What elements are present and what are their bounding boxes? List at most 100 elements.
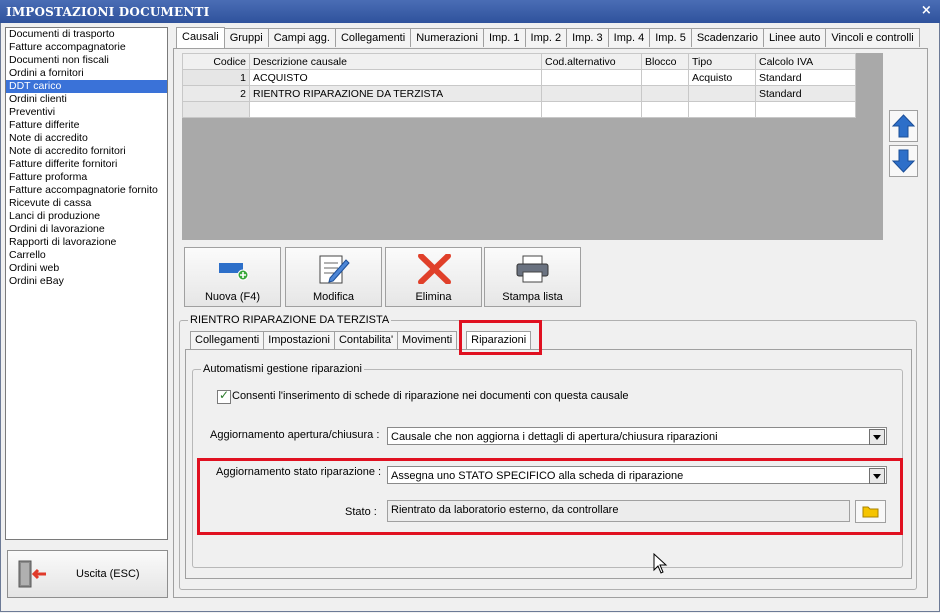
list-item[interactable]: Fatture proforma <box>6 171 167 184</box>
col-blocco[interactable]: Blocco <box>641 53 689 70</box>
delete-button-label: Elimina <box>415 291 452 303</box>
tab-contabilita[interactable]: Contabilita' <box>333 331 399 349</box>
causali-grid[interactable]: Codice Descrizione causale Cod.alternati… <box>182 53 883 240</box>
tab-causali[interactable]: Causali <box>176 27 225 48</box>
table-row[interactable]: 1 ACQUISTO Acquisto Standard <box>182 69 856 86</box>
riparazioni-group-title: Automatismi gestione riparazioni <box>201 363 364 375</box>
cell-calcolo-iva[interactable]: Standard <box>755 85 856 102</box>
add-document-icon <box>219 263 249 281</box>
new-button-label: Nuova (F4) <box>204 291 261 303</box>
cell-blocco[interactable] <box>641 101 689 118</box>
exit-label: Uscita (ESC) <box>76 568 140 580</box>
tab-movimenti[interactable]: Movimenti <box>397 331 458 349</box>
col-descrizione[interactable]: Descrizione causale <box>249 53 542 70</box>
list-item[interactable]: Ordini a fornitori <box>6 67 167 80</box>
cell-descrizione[interactable] <box>249 101 542 118</box>
tab-impostazioni[interactable]: Impostazioni <box>263 331 335 349</box>
tab-gruppi[interactable]: Gruppi <box>223 28 269 47</box>
tab-imp-1[interactable]: Imp. 1 <box>482 28 526 47</box>
window-title-bar: IMPOSTAZIONI DOCUMENTI × <box>0 0 940 23</box>
cell-cod-alternativo[interactable] <box>541 85 642 102</box>
col-calcolo-iva[interactable]: Calcolo IVA <box>755 53 856 70</box>
edit-button-label: Modifica <box>313 291 354 303</box>
cell-codice[interactable] <box>182 101 250 118</box>
edit-button[interactable]: Modifica <box>285 247 382 307</box>
col-codice[interactable]: Codice <box>182 53 250 70</box>
apertura-select-value: Causale che non aggiorna i dettagli di a… <box>391 431 718 443</box>
cell-descrizione[interactable]: ACQUISTO <box>249 69 542 86</box>
mouse-cursor-icon <box>653 553 668 574</box>
print-list-label: Stampa lista <box>502 291 563 303</box>
list-item[interactable]: Note di accredito <box>6 132 167 145</box>
highlight-box <box>197 458 903 535</box>
list-item[interactable]: Carrello <box>6 249 167 262</box>
list-item[interactable]: Lanci di produzione <box>6 210 167 223</box>
move-down-button[interactable] <box>889 145 918 177</box>
tab-linee-auto[interactable]: Linee auto <box>762 28 827 47</box>
col-cod-alternativo[interactable]: Cod.alternativo <box>541 53 642 70</box>
exit-button[interactable]: Uscita (ESC) <box>7 550 168 598</box>
cell-tipo[interactable] <box>688 85 756 102</box>
cell-tipo[interactable] <box>688 101 756 118</box>
move-up-button[interactable] <box>889 110 918 142</box>
window-title: IMPOSTAZIONI DOCUMENTI <box>6 5 210 19</box>
allow-repair-label: Consenti l'inserimento di schede di ripa… <box>232 390 629 402</box>
list-item[interactable]: Ordini di lavorazione <box>6 223 167 236</box>
edit-document-icon <box>319 255 350 284</box>
cell-cod-alternativo[interactable] <box>541 69 642 86</box>
reorder-buttons <box>889 110 918 180</box>
list-item[interactable]: Ordini eBay <box>6 275 167 288</box>
arrow-down-icon <box>891 149 916 173</box>
tab-imp-3[interactable]: Imp. 3 <box>566 28 609 47</box>
list-item[interactable]: Fatture differite fornitori <box>6 158 167 171</box>
list-item[interactable]: Ricevute di cassa <box>6 197 167 210</box>
cell-blocco[interactable] <box>641 69 689 86</box>
list-item[interactable]: Ordini clienti <box>6 93 167 106</box>
tab-scadenzario[interactable]: Scadenzario <box>690 28 764 47</box>
apertura-label: Aggiornamento apertura/chiusura : <box>210 429 380 441</box>
list-item[interactable]: Documenti non fiscali <box>6 54 167 67</box>
cell-cod-alternativo[interactable] <box>541 101 642 118</box>
tab-imp-2[interactable]: Imp. 2 <box>524 28 568 47</box>
close-icon[interactable]: × <box>921 3 932 18</box>
tab-imp-4[interactable]: Imp. 4 <box>607 28 651 47</box>
list-item[interactable]: Preventivi <box>6 106 167 119</box>
delete-button[interactable]: Elimina <box>385 247 482 307</box>
causale-detail-title: RIENTRO RIPARAZIONE DA TERZISTA <box>188 314 392 326</box>
cell-calcolo-iva[interactable]: Standard <box>755 69 856 86</box>
tab-imp-5[interactable]: Imp. 5 <box>649 28 692 47</box>
cell-codice[interactable]: 2 <box>182 85 250 102</box>
main-tabs: Causali Gruppi Campi agg. Collegamenti Numer… <box>176 27 920 48</box>
new-button[interactable]: Nuova (F4) <box>184 247 281 307</box>
list-item[interactable]: Ordini web <box>6 262 167 275</box>
arrow-up-icon <box>891 114 916 138</box>
allow-repair-checkbox[interactable] <box>217 388 231 404</box>
delete-x-icon <box>418 254 451 284</box>
cell-descrizione[interactable]: RIENTRO RIPARAZIONE DA TERZISTA <box>249 85 542 102</box>
list-item[interactable]: Fatture accompagnatorie fornito <box>6 184 167 197</box>
tab-campi-agg[interactable]: Campi agg. <box>267 28 336 47</box>
tab-numerazioni[interactable]: Numerazioni <box>410 28 484 47</box>
col-tipo[interactable]: Tipo <box>688 53 756 70</box>
apertura-select[interactable]: Causale che non aggiorna i dettagli di a… <box>387 427 887 445</box>
list-item[interactable]: Documenti di trasporto <box>6 28 167 41</box>
cell-calcolo-iva[interactable] <box>755 101 856 118</box>
tab-collegamenti[interactable]: Collegamenti <box>334 28 412 47</box>
doc-type-list[interactable]: Documenti di trasporto Fatture accompagn… <box>5 27 168 540</box>
cell-codice[interactable]: 1 <box>182 69 250 86</box>
tab-collegamenti[interactable]: Collegamenti <box>190 331 265 349</box>
table-row[interactable]: 2 RIENTRO RIPARAZIONE DA TERZISTA Standa… <box>182 85 856 102</box>
print-list-button[interactable]: Stampa lista <box>484 247 581 307</box>
tab-vincoli[interactable]: Vincoli e controlli <box>825 28 920 47</box>
list-item[interactable]: Fatture accompagnatorie <box>6 41 167 54</box>
list-item[interactable]: Rapporti di lavorazione <box>6 236 167 249</box>
list-item-selected[interactable]: DDT carico <box>6 80 167 93</box>
table-row-new[interactable] <box>182 101 856 118</box>
grid-header-row: Codice Descrizione causale Cod.alternati… <box>182 53 856 70</box>
highlight-box <box>459 320 542 355</box>
list-item[interactable]: Note di accredito fornitori <box>6 145 167 158</box>
chevron-down-icon[interactable] <box>869 429 885 445</box>
cell-tipo[interactable]: Acquisto <box>688 69 756 86</box>
list-item[interactable]: Fatture differite <box>6 119 167 132</box>
cell-blocco[interactable] <box>641 85 689 102</box>
